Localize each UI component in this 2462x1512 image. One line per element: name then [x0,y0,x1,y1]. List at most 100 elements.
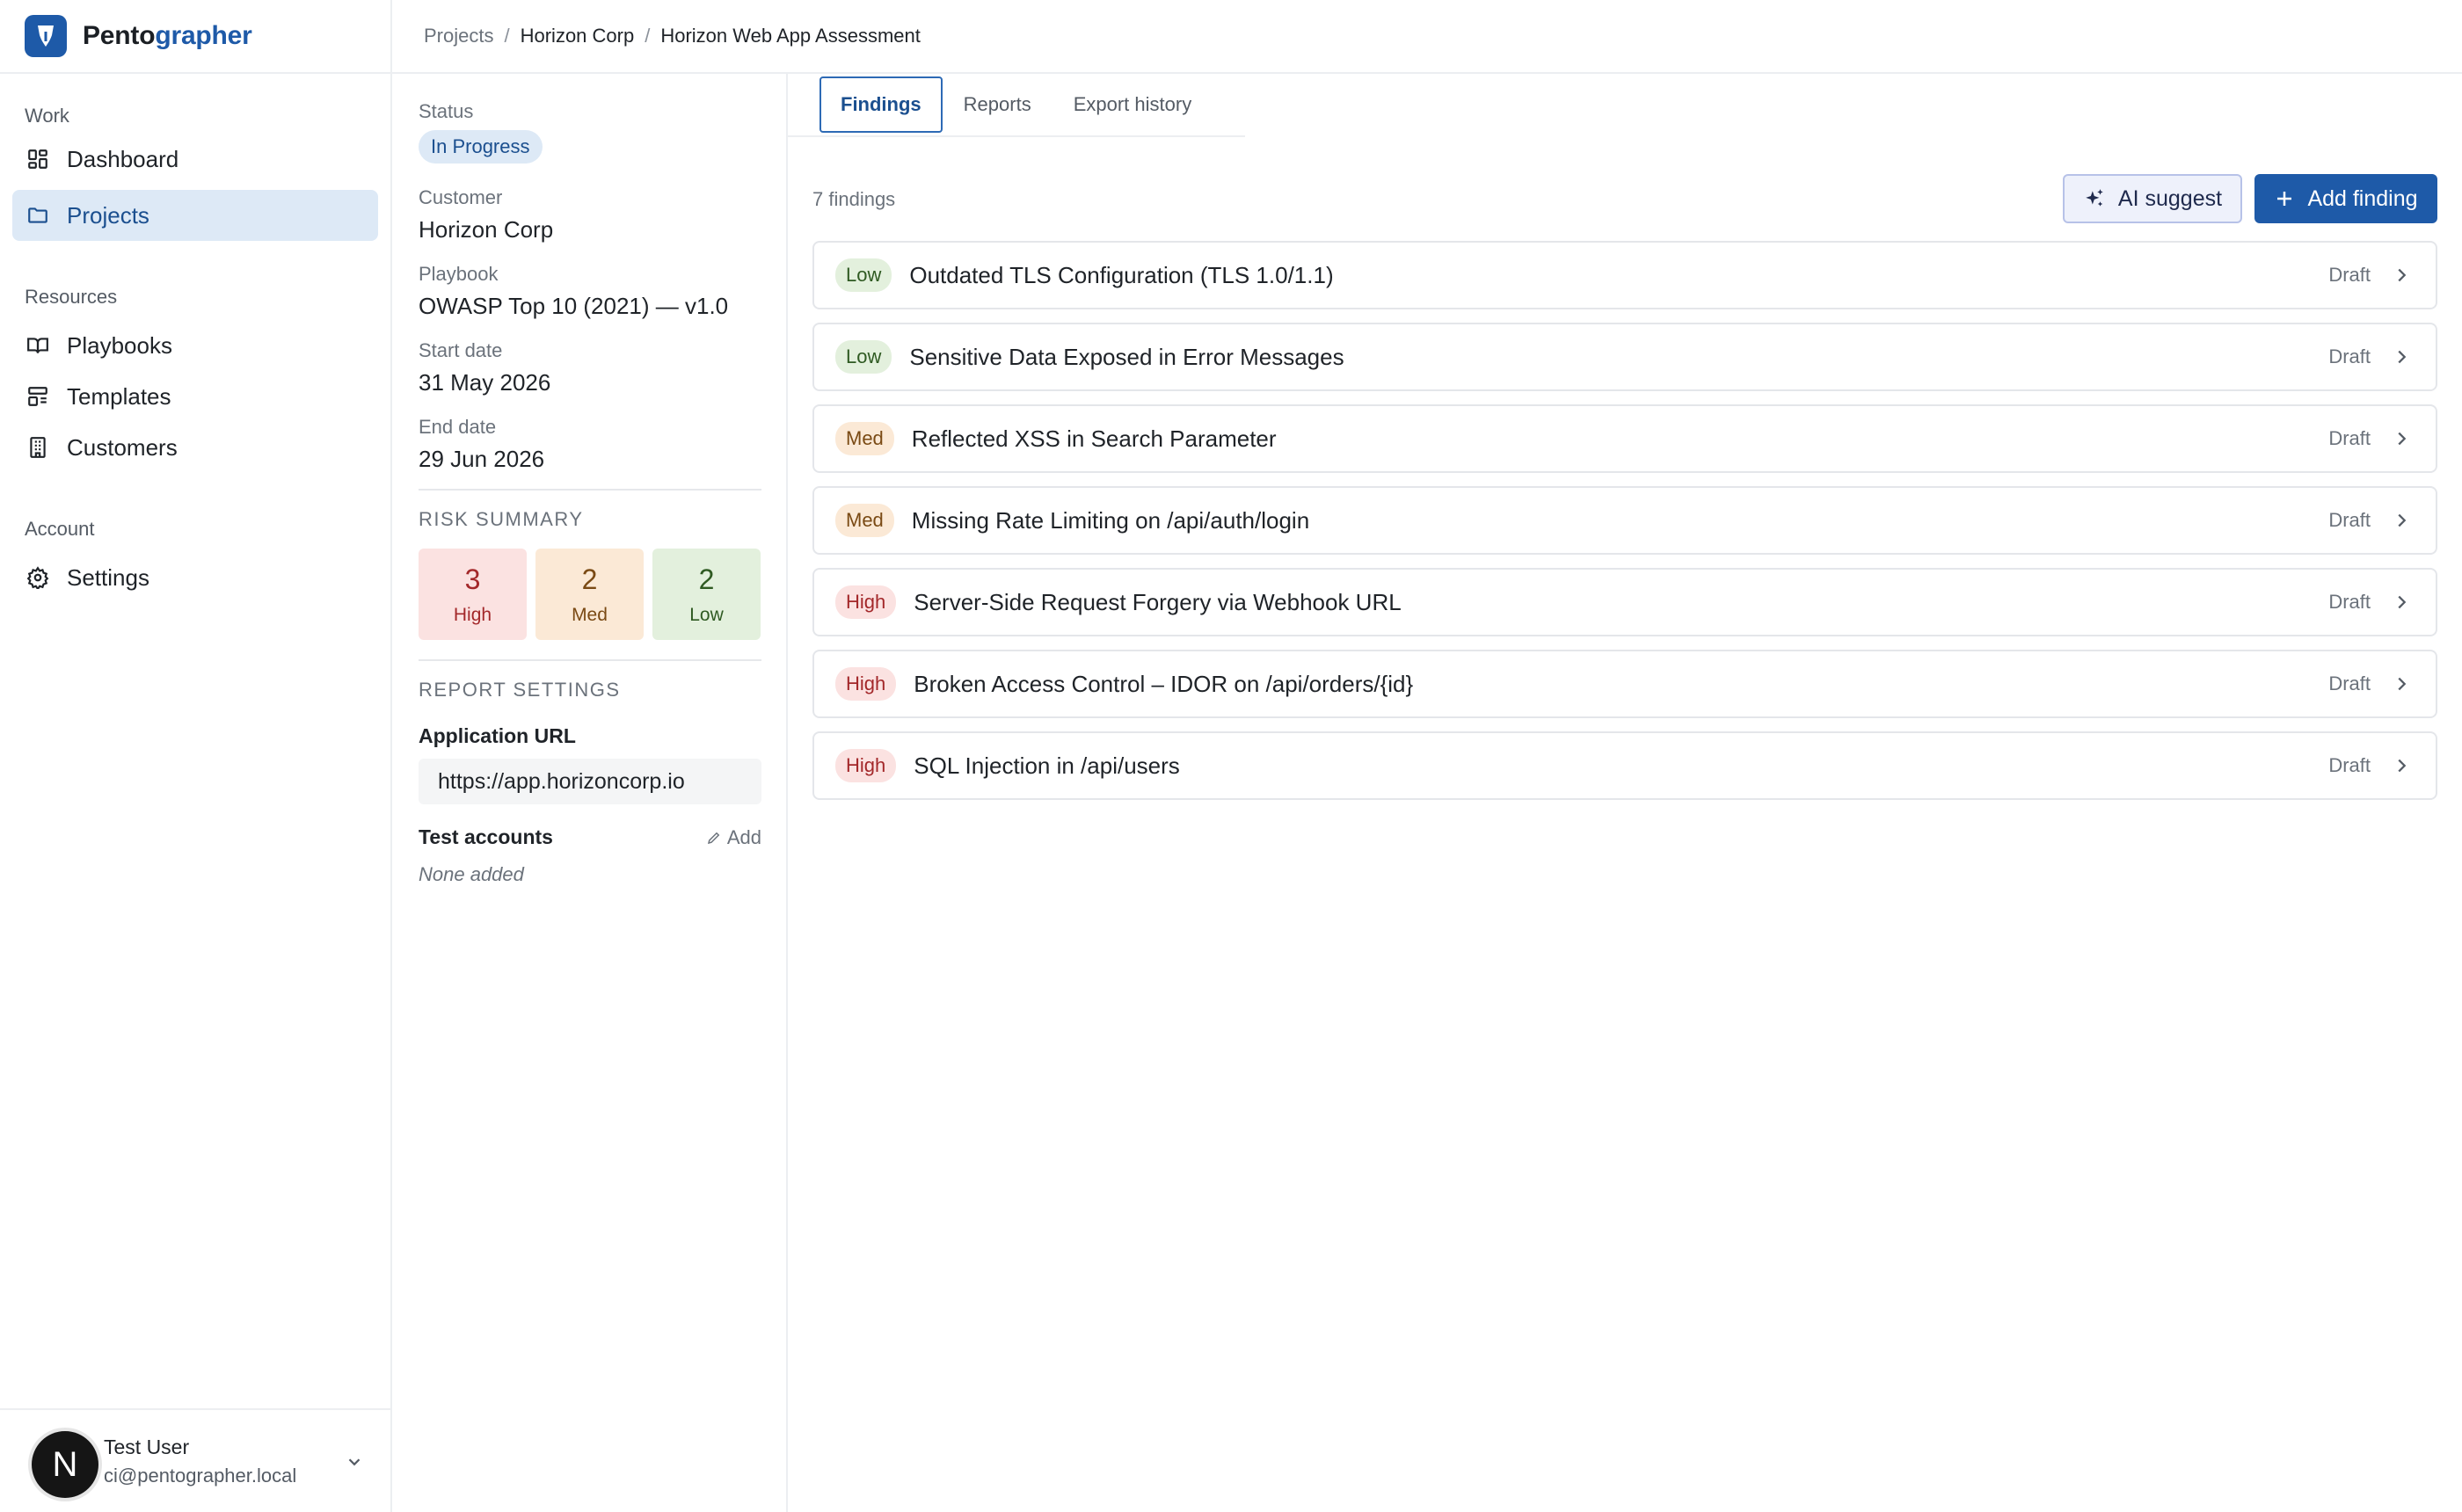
finding-status: Draft [2328,345,2371,367]
severity-badge: Med [835,422,894,455]
brand-name: Pentographer [83,21,252,50]
risk-low-box: 2 Low [652,549,761,640]
sidebar-item-label: Settings [67,563,149,591]
report-settings-heading: REPORT SETTINGS [419,679,621,701]
test-accounts-label: Test accounts [419,825,553,848]
add-test-account-button[interactable]: Add [706,826,761,849]
user-email: ci@pentographer.local [104,1464,297,1487]
building-icon [26,436,49,459]
finding-row[interactable]: Med Missing Rate Limiting on /api/auth/l… [812,486,2437,555]
breadcrumb-projects[interactable]: Projects [424,25,493,47]
ai-suggest-label: AI suggest [2117,185,2223,211]
end-date-field: End date 29 Jun 2026 [419,416,761,473]
sidebar-item-label: Templates [67,382,171,410]
risk-high-box: 3 High [419,549,527,640]
finding-title: Missing Rate Limiting on /api/auth/login [911,506,1310,534]
status-field: Status In Progress [419,100,761,164]
chevron-right-icon [2398,432,2407,446]
finding-title: Reflected XSS in Search Parameter [911,425,1277,452]
end-date-label: End date [419,416,497,438]
findings-list: Low Outdated TLS Configuration (TLS 1.0/… [812,241,2437,813]
tab-findings[interactable]: Findings [819,76,943,133]
severity-badge: Low [835,340,892,374]
sparkle-icon [2086,189,2103,207]
end-date-value: 29 Jun 2026 [419,446,545,472]
finding-title: Server-Side Request Forgery via Webhook … [914,588,1402,615]
user-name: Test User [104,1435,190,1458]
add-finding-button[interactable]: Add finding [2254,174,2437,223]
risk-high-count: 3 [464,563,481,595]
risk-low-label: Low [689,604,724,625]
finding-title: Broken Access Control – IDOR on /api/ord… [914,670,1414,697]
book-icon [26,334,49,357]
finding-title: SQL Injection in /api/users [914,752,1180,779]
chevron-right-icon [2398,513,2407,527]
sidebar-item-templates[interactable]: Templates [12,371,378,422]
risk-summary: 3 High 2 Med 2 Low [419,549,761,640]
finding-status: Draft [2328,591,2371,613]
user-menu[interactable]: N Test User ci@pentographer.local [0,1408,390,1512]
breadcrumb-customer[interactable]: Horizon Corp [521,25,635,47]
start-date-label: Start date [419,339,503,361]
findings-count: 7 findings [812,188,896,210]
application-url-label: Application URL [419,724,576,747]
playbook-value: OWASP Top 10 (2021) — v1.0 [419,293,729,319]
project-details: Status In Progress Customer Horizon Corp… [392,74,788,1512]
finding-row[interactable]: Low Sensitive Data Exposed in Error Mess… [812,323,2437,391]
divider [419,659,761,661]
customer-field: Customer Horizon Corp [419,186,761,244]
brand[interactable]: Pentographer [0,0,390,74]
risk-low-count: 2 [698,563,715,595]
test-accounts-row: Test accounts Add [419,825,761,849]
application-url-field[interactable]: https://app.horizoncorp.io [419,759,761,804]
chevron-right-icon [2398,595,2407,609]
severity-badge: High [835,749,897,782]
finding-row[interactable]: High SQL Injection in /api/users Draft [812,731,2437,800]
template-icon [26,385,49,408]
finding-status: Draft [2328,264,2371,286]
tab-bar: Findings Reports Export history [788,74,1245,137]
nav-section-work: Work Dashboard Projects [0,98,390,241]
severity-badge: Med [835,504,894,537]
test-accounts-empty: None added [419,863,524,885]
nav-heading: Account [25,518,95,540]
start-date-value: 31 May 2026 [419,369,551,396]
sidebar-item-settings[interactable]: Settings [12,552,378,603]
sidebar-item-label: Dashboard [67,145,179,172]
severity-badge: Low [835,258,892,292]
customer-value: Horizon Corp [419,216,554,243]
risk-summary-heading: RISK SUMMARY [419,508,584,530]
sidebar-item-label: Projects [67,201,149,229]
finding-row[interactable]: Low Outdated TLS Configuration (TLS 1.0/… [812,241,2437,309]
ai-suggest-button[interactable]: AI suggest [2063,174,2242,223]
chevron-right-icon [2398,677,2407,691]
finding-status: Draft [2328,672,2371,694]
playbook-label: Playbook [419,263,499,285]
chevron-down-icon[interactable] [345,1452,364,1472]
customer-label: Customer [419,186,503,208]
finding-row[interactable]: High Server-Side Request Forgery via Web… [812,568,2437,636]
risk-med-label: Med [572,604,608,625]
nav-section-resources: Resources Playbooks Templates Customers [0,280,390,473]
playbook-field: Playbook OWASP Top 10 (2021) — v1.0 [419,263,761,320]
sidebar-item-projects[interactable]: Projects [12,190,378,241]
nav-section-account: Account Settings [0,512,390,603]
finding-row[interactable]: High Broken Access Control – IDOR on /ap… [812,650,2437,718]
logo-icon [25,15,67,57]
finding-title: Outdated TLS Configuration (TLS 1.0/1.1) [909,261,1334,288]
finding-status: Draft [2328,509,2371,531]
sidebar-item-customers[interactable]: Customers [12,422,378,473]
sidebar-item-playbooks[interactable]: Playbooks [12,320,378,371]
dashboard-icon [26,148,49,171]
avatar[interactable]: N [32,1431,98,1498]
breadcrumb-current: Horizon Web App Assessment [660,25,921,47]
tab-reports[interactable]: Reports [943,76,1053,133]
finding-status: Draft [2328,427,2371,449]
sidebar-item-dashboard[interactable]: Dashboard [12,134,378,185]
finding-row[interactable]: Med Reflected XSS in Search Parameter Dr… [812,404,2437,473]
tab-export-history[interactable]: Export history [1053,76,1213,133]
pencil-icon [707,832,720,844]
sidebar-item-label: Customers [67,433,178,461]
chevron-right-icon [2398,268,2407,282]
nav-heading: Resources [25,286,118,308]
